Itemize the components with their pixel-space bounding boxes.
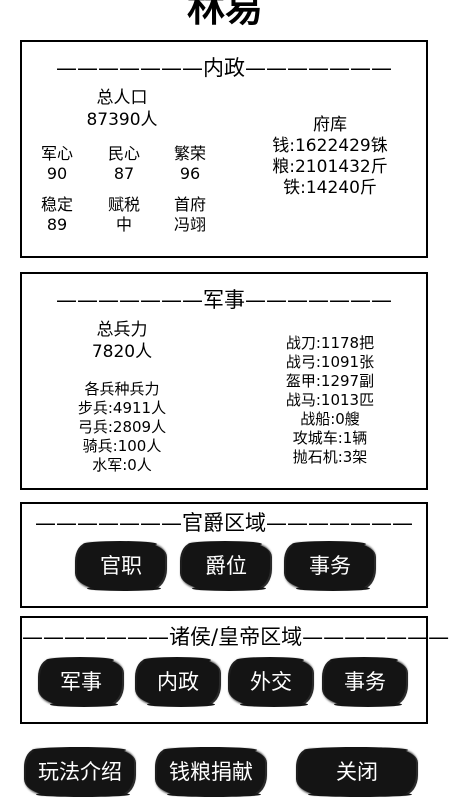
gameplay-guide-label: 玩法介绍 [38, 760, 122, 784]
lord-internal-label: 内政 [157, 670, 199, 694]
stat-label-tax: 赋税 [107, 195, 140, 214]
stat-label-public-morale: 民心 [107, 144, 140, 163]
equipment-siege-rams: 攻城车:1辆 [292, 429, 368, 447]
total-troops-label: 总兵力 [96, 320, 148, 340]
equipment-warships: 战船:0艘 [300, 410, 360, 428]
official-rank-heading: ———————官爵区域——————— [35, 511, 413, 535]
official-post-label: 官职 [100, 554, 142, 578]
stat-label-capital: 首府 [173, 195, 206, 214]
treasury-money: 钱:1622429铢 [272, 136, 388, 156]
official-post-button[interactable]: 官职 [77, 541, 165, 591]
rank-affairs-button[interactable]: 事务 [286, 541, 374, 591]
equipment-swords: 战刀:1178把 [285, 334, 375, 352]
military-panel: ———————军事——————— 总兵力 7820人 各兵种兵力 步兵:4911… [20, 272, 428, 490]
stat-value-public-morale: 87 [113, 164, 135, 183]
branches-label: 各兵种兵力 [84, 380, 160, 398]
total-troops-value: 7820人 [91, 342, 153, 362]
internal-affairs-panel: ———————内政——————— 总人口 87390人 军心 90 民心 87 … [20, 40, 428, 258]
donate-money-grain-label: 钱粮捐献 [169, 760, 253, 784]
equipment-catapults: 抛石机:3架 [292, 448, 368, 466]
treasury-iron: 铁:14240斤 [283, 178, 377, 198]
stat-value-prosperity: 96 [179, 164, 201, 183]
lord-internal-button[interactable]: 内政 [137, 657, 219, 707]
branch-navy: 水军:0人 [92, 456, 152, 474]
nobility-label: 爵位 [205, 554, 247, 578]
lord-affairs-button[interactable]: 事务 [324, 657, 406, 707]
branch-infantry: 步兵:4911人 [77, 399, 167, 417]
treasury-grain: 粮:2101432斤 [272, 157, 388, 177]
lord-affairs-label: 事务 [344, 670, 386, 694]
close-button[interactable]: 关闭 [298, 747, 416, 797]
gameplay-guide-button[interactable]: 玩法介绍 [26, 747, 134, 797]
equipment-bows: 战弓:1091张 [285, 353, 375, 371]
stat-label-army-morale: 军心 [40, 144, 73, 163]
population-value: 87390人 [86, 110, 158, 130]
official-rank-panel: ———————官爵区域——————— 官职 爵位 事务 [20, 502, 428, 608]
population-label: 总人口 [96, 88, 148, 108]
stat-label-prosperity: 繁荣 [173, 144, 206, 163]
stat-value-capital: 冯翊 [173, 215, 206, 234]
page-title: 林易 [186, 0, 263, 30]
military-heading: ———————军事——————— [56, 288, 392, 312]
lord-military-label: 军事 [60, 670, 102, 694]
branch-archers: 弓兵:2809人 [77, 418, 167, 436]
lord-emperor-panel: ———————诸侯/皇帝区域——————— 军事 内政 外交 事务 [20, 616, 450, 724]
lord-diplomacy-button[interactable]: 外交 [230, 657, 312, 707]
stat-value-tax: 中 [115, 215, 132, 234]
treasury-label: 府库 [313, 115, 347, 135]
nobility-button[interactable]: 爵位 [182, 541, 270, 591]
equipment-horses: 战马:1013匹 [285, 391, 375, 409]
internal-affairs-heading: ———————内政——————— [56, 56, 392, 80]
lord-military-button[interactable]: 军事 [40, 657, 122, 707]
stat-label-stability: 稳定 [40, 195, 73, 214]
rank-affairs-label: 事务 [309, 554, 351, 578]
donate-money-grain-button[interactable]: 钱粮捐献 [157, 747, 265, 797]
equipment-armor: 盔甲:1297副 [285, 372, 375, 390]
branch-cavalry: 骑兵:100人 [82, 437, 162, 455]
stat-value-stability: 89 [46, 215, 68, 234]
close-label: 关闭 [336, 760, 378, 784]
stat-value-army-morale: 90 [46, 164, 68, 183]
lord-emperor-heading: ———————诸侯/皇帝区域——————— [22, 625, 450, 649]
lord-diplomacy-label: 外交 [250, 670, 292, 694]
